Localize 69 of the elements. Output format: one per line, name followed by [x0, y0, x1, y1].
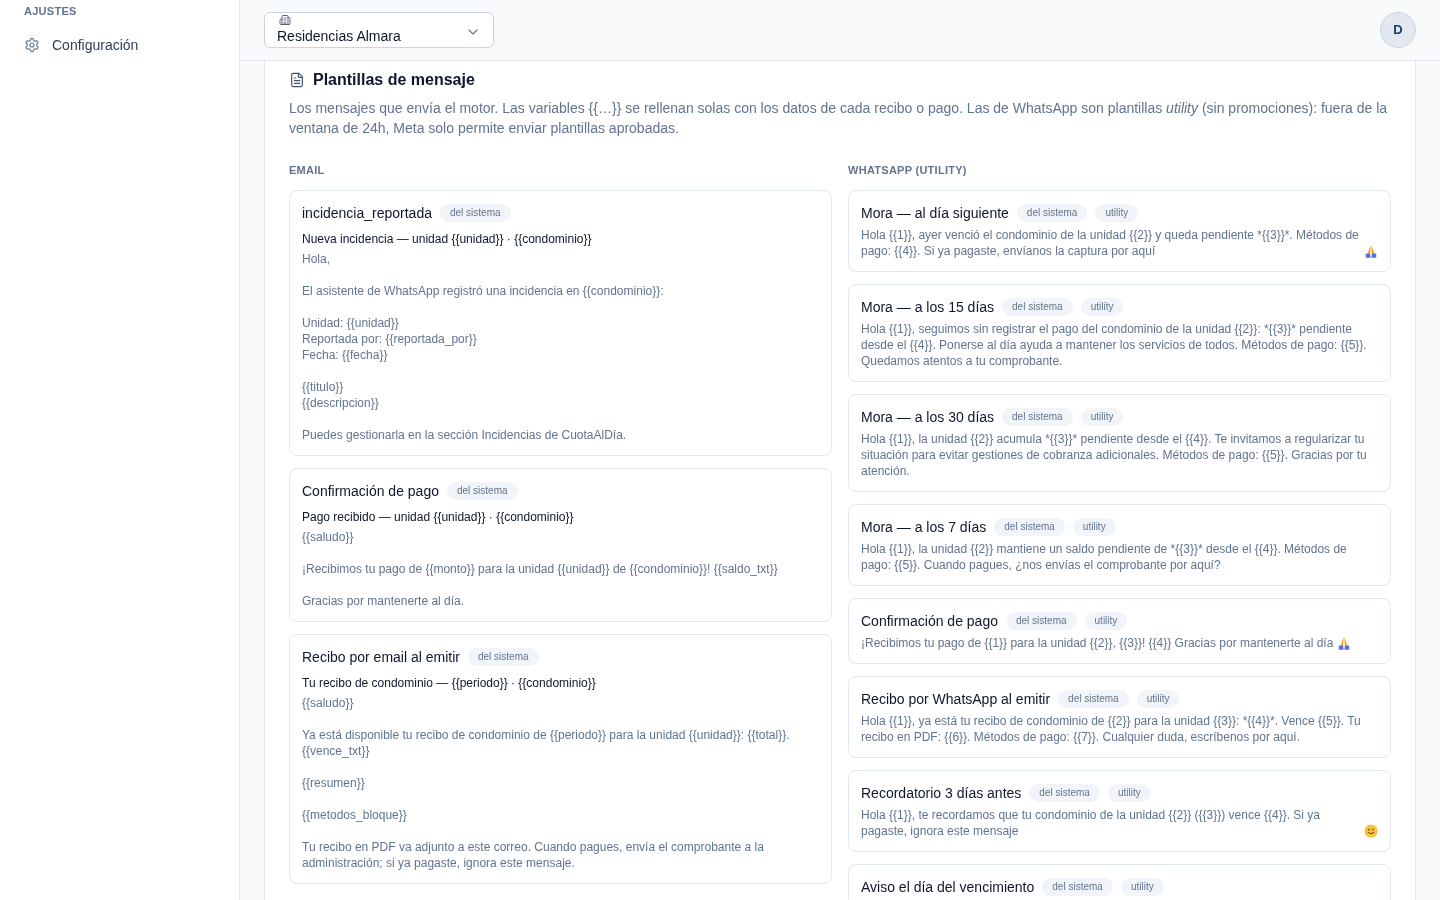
template-name: Aviso el día del vencimiento [861, 878, 1035, 897]
tag: del sistema [467, 648, 539, 666]
message-body: {{saludo}} Ya está disponible tu recibo de condominio de {{periodo}} para la unidad {{unidad}}: {{total}}. {{vence_txt}} {{resumen}} {{metodos_bloque}} Tu recibo en PDF va adjunto a este correo. Cuando pagues, envía el comprobante a la administración; si ya pagaste, ignora este mensaje. [302, 695, 791, 871]
message-body: Hola {{1}}, la unidad {{2}} acumula *{{3}}* pendiente desde el {{4}}. Te invitamos a regularizar tu situación para evitar gestiones de cobranza adicionales. Métodos de pago: {{5}}. Gracias por tu atención. [861, 431, 1368, 479]
template-card[interactable] [289, 634, 832, 884]
tag: del sistema [1058, 690, 1129, 708]
tag: utility [1084, 612, 1128, 630]
template-card[interactable] [848, 284, 1391, 382]
tag: del sistema [1042, 878, 1113, 896]
message-body: Hola {{1}}, seguimos sin registrar el pago del condominio de la unidad {{2}}: *{{3}}* pendiente desde el {{4}}. Ponerse al día ayuda a mantener los servicios de todos. Métodos de pago: {{5}}. Quedamos atentos a tu comprobante. [861, 321, 1368, 369]
template-card[interactable] [289, 190, 832, 456]
template-name: Mora — a los 7 días [861, 518, 987, 537]
message-body: {{saludo}} ¡Recibimos tu pago de {{monto}} para la unidad {{unidad}} de {{condominio}}! {{saldo_txt}} Gracias por mantenerte al día. [302, 529, 778, 609]
template-name: Recibo por email al emitir [302, 648, 460, 667]
template-name: Confirmación de pago [861, 612, 998, 631]
tag: del sistema [994, 518, 1065, 536]
tag: del sistema [447, 482, 518, 500]
user-avatar[interactable]: D [1380, 12, 1416, 48]
template-name: Mora — a los 30 días [861, 408, 995, 427]
smiling-face-icon [1364, 824, 1378, 838]
column-heading: EMAIL [289, 163, 326, 178]
tag: del sistema [1006, 612, 1077, 630]
tag: del sistema [1002, 408, 1073, 426]
message-body: ¡Recibimos tu pago de {{1}} para la unidad {{2}}, {{3}}! {{4}} Gracias por mantenerte al día [861, 635, 1334, 651]
template-card[interactable] [848, 676, 1391, 758]
email-subject: Tu recibo de condominio — {{periodo}} · {{condominio}} [302, 675, 597, 691]
message-body: Hola {{1}}, te recordamos que tu condominio de la unidad {{2}} ({{3}}) vence {{4}}. Si ya pagaste, ignora este mensaje [861, 807, 1322, 839]
folded-hands-icon [1337, 636, 1352, 650]
template-card[interactable]: Confirmación de pago del sistema utility ¡Recibimos tu pago de {{1}} para la unidad {{2}}, {{3}}! {{4}} Gracias por mantenerte al día [848, 598, 1391, 664]
property-name: Residencias Almara [277, 27, 401, 46]
column-heading: WHATSAPP (UTILITY) [848, 163, 968, 178]
tag: del sistema [1029, 784, 1100, 802]
message-body: Hola {{1}}, ya está tu recibo de condominio de {{2}} para la unidad {{3}}: *{{4}}*. Vence {{5}}. Tu recibo en PDF: {{6}}. Métodos de pago: {{7}}. Cualquier duda, escríbenos por aquí. [861, 713, 1362, 745]
template-card[interactable]: Mora — a los 7 días del sistema utility Hola {{1}}, la unidad {{2}} mantiene un saldo pendiente de *{{3}}* desde el {{4}}. Métodos de pago: {{5}}. Cuando pagues, ¿nos envías el comprobante por aquí? [848, 504, 1391, 586]
panel-description: Los mensajes que envía el motor. Las variables {{…}} se rellenan solas con los datos de cada recibo o pago. Las de WhatsApp son plantillas utility (sin promociones): fuera de la ventana de 24h, Meta solo permite enviar plantillas aprobadas. [289, 99, 1389, 138]
message-body: Hola {{1}}, la unidad {{2}} mantiene un saldo pendiente de *{{3}}* desde el {{4}}. Métodos de pago: {{5}}. Cuando pagues, ¿nos envías el comprobante por aquí? [861, 541, 1348, 573]
template-card[interactable] [289, 468, 832, 622]
template-card[interactable]: Recordatorio 3 días antes del sistema utility Hola {{1}}, te recordamos que tu condominio de la unidad {{2}} ({{3}}) vence {{4}}. Si ya pagaste, ignora este mensaje [848, 770, 1391, 852]
document-icon [289, 72, 305, 88]
tag: utility [1120, 878, 1164, 896]
message-body: Hola {{1}}, ayer venció el condominio de la unidad {{2}} y queda pendiente *{{3}}*. Métodos de pago: {{4}}. Si ya pagaste, envíanos la captura por aquí [861, 227, 1360, 259]
tag: utility [1107, 784, 1151, 802]
email-subject: Nueva incidencia — unidad {{unidad}} · {{condominio}} [302, 231, 593, 247]
sidebar-item[interactable]: Configuración [12, 27, 227, 63]
tag: utility [1136, 690, 1180, 708]
template-card[interactable] [848, 394, 1391, 492]
tag: utility [1072, 518, 1116, 536]
email-subject: Pago recibido — unidad {{unidad}} · {{condominio}} [302, 509, 575, 525]
tag: del sistema [1016, 204, 1088, 222]
tag: del sistema [440, 204, 511, 222]
panel-title: Plantillas de mensaje [313, 70, 475, 90]
settings-icon [24, 37, 40, 53]
property-select[interactable]: Residencias Almara [264, 12, 494, 48]
tag: del sistema [1002, 298, 1073, 316]
template-name: Mora — al día siguiente [861, 204, 1009, 223]
tag: utility [1095, 204, 1139, 222]
template-card[interactable]: Mora — al día siguiente del sistema utility Hola {{1}}, ayer venció el condominio de la unidad {{2}} y queda pendiente *{{3}}*. Métodos de pago: {{4}}. Si ya pagaste, envíanos la captura por aquí [848, 190, 1391, 272]
template-name: Recibo por WhatsApp al emitir [861, 690, 1051, 709]
building-icon [279, 14, 291, 26]
message-body: Hola, El asistente de WhatsApp registró una incidencia en {{condominio}}: Unidad: {{unidad}} Reportada por: {{reportada_por}} Fecha: {{fecha}} {{titulo}} {{descripcion}} Puedes gestionarla en la sección Incidencias de CuotaAlDía. [302, 251, 664, 443]
template-card[interactable]: Aviso el día del vencimiento del sistema utility [848, 864, 1391, 900]
template-name: Recordatorio 3 días antes [861, 784, 1022, 803]
sidebar-section-label: AJUSTES [23, 4, 78, 19]
template-name: Confirmación de pago [302, 482, 439, 501]
folded-hands-icon [1364, 244, 1378, 258]
tag: utility [1080, 298, 1124, 316]
tag: utility [1080, 408, 1124, 426]
template-name: Mora — a los 15 días [861, 298, 995, 317]
template-name: incidencia_reportada [302, 204, 432, 223]
